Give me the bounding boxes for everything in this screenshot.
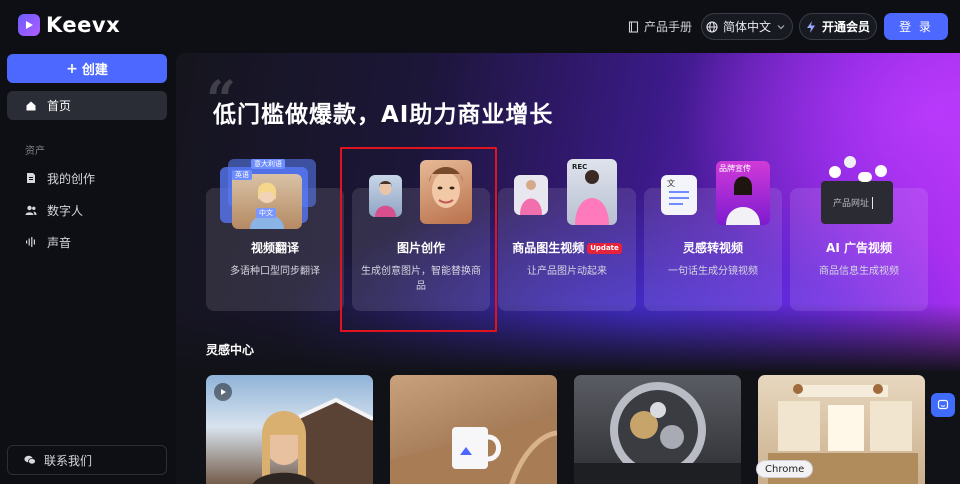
audio-icon [25, 236, 37, 248]
gallery-item[interactable] [574, 375, 741, 484]
login-button[interactable]: 登 录 [884, 13, 948, 40]
membership-button[interactable]: 开通会员 [799, 13, 877, 40]
contact-label: 联系我们 [44, 453, 93, 468]
card-art-product [514, 175, 548, 215]
card-desc: 多语种口型同步翻译 [230, 266, 320, 277]
book-icon [628, 20, 640, 33]
product-manual-link[interactable]: 产品手册 [628, 18, 692, 35]
home-icon [25, 100, 37, 112]
card-title: AI 广告视频 [826, 241, 892, 255]
main-content: “ 低门槛做爆款，AI助力商业增长 视频翻译 多语种口型同步翻译 英语 意大利语… [176, 53, 960, 484]
lightning-icon [806, 20, 818, 33]
sidebar-item-digital-human[interactable]: 数字人 [7, 197, 167, 223]
art-tag: 文 [667, 179, 675, 188]
language-label: 简体中文 [722, 20, 771, 34]
art-input-text: 产品网址 [833, 199, 870, 209]
globe-icon [706, 20, 718, 33]
logo[interactable]: Keevx [18, 13, 120, 37]
card-desc: 商品信息生成视频 [819, 266, 899, 277]
highlight-frame [340, 147, 497, 332]
play-icon[interactable] [214, 383, 232, 401]
card-title: 视频翻译 [250, 241, 299, 255]
avatar-icon [844, 156, 856, 168]
contact-us-button[interactable]: 联系我们 [7, 445, 167, 475]
logo-text: Keevx [46, 13, 121, 37]
chrome-tooltip: Chrome [756, 460, 814, 478]
sidebar-item-voice[interactable]: 声音 [7, 229, 167, 255]
rec-label: REC [572, 163, 588, 171]
gallery-item[interactable] [206, 375, 373, 484]
card-desc: 让产品图片动起来 [527, 266, 607, 277]
membership-label: 开通会员 [821, 20, 870, 34]
sidebar-item-label: 首页 [47, 99, 72, 113]
sidebar-item-my-creations[interactable]: 我的创作 [7, 165, 167, 191]
product-url-input-art: 产品网址 [821, 181, 893, 224]
art-tag: 英语 [232, 170, 252, 180]
document-icon [25, 172, 37, 184]
card-title: 商品图生视频 Update [498, 239, 636, 256]
more-icon [875, 165, 887, 177]
sidebar-item-label: 数字人 [47, 203, 84, 218]
logo-icon [18, 14, 40, 36]
inspiration-center-title: 灵感中心 [206, 343, 255, 357]
brand-icon [858, 172, 872, 182]
gallery-item[interactable] [390, 375, 557, 484]
create-label: 创建 [81, 63, 108, 78]
update-badge: Update [587, 243, 622, 254]
card-title: 灵感转视频 [682, 241, 743, 255]
wechat-icon [24, 454, 36, 466]
top-bar: Keevx 产品手册 简体中文 开通会员 登 录 [0, 0, 960, 52]
chat-icon [937, 399, 949, 411]
chat-support-button[interactable] [931, 393, 955, 417]
assets-section-label: 资产 [25, 146, 45, 157]
text-cursor [872, 196, 874, 209]
sidebar-item-label: 我的创作 [47, 171, 96, 186]
amazon-icon [829, 166, 841, 178]
plus-icon: + [66, 60, 78, 77]
card-desc: 一句话生成分镜视频 [668, 266, 758, 277]
chevron-down-icon [776, 21, 788, 33]
art-tag: 品牌宣传 [719, 164, 751, 173]
art-tag: 中文 [256, 208, 276, 218]
create-button[interactable]: + 创建 [7, 54, 167, 83]
hero-fade [176, 303, 960, 373]
art-tag: 意大利语 [251, 159, 285, 169]
language-select[interactable]: 简体中文 [701, 13, 793, 40]
sidebar-item-label: 声音 [47, 235, 72, 250]
product-manual-label: 产品手册 [644, 20, 693, 34]
sidebar-item-home[interactable]: 首页 [7, 91, 167, 120]
hero-title: 低门槛做爆款，AI助力商业增长 [213, 102, 554, 128]
card-title-text: 商品图生视频 [512, 241, 585, 255]
people-icon [25, 204, 37, 216]
card-art-portrait [232, 174, 302, 229]
